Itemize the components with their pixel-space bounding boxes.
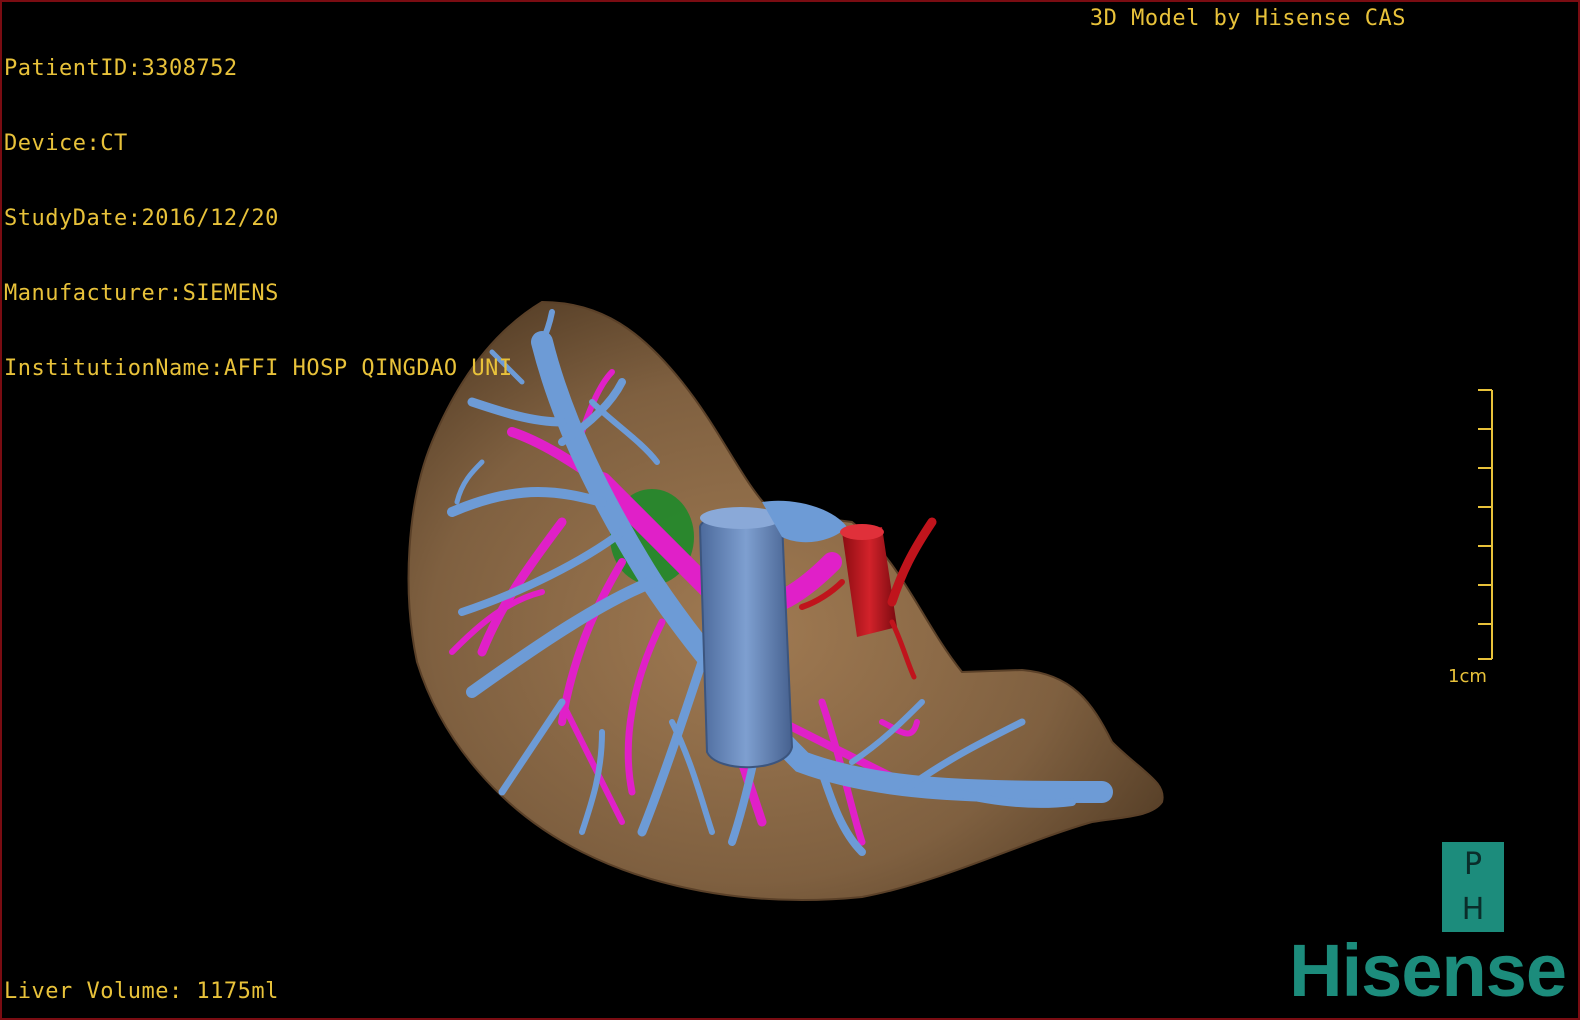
liver-volume-text: Liver Volume: 1175ml [4,979,279,1004]
scale-bar [1478,389,1493,660]
badge-letter-p: P [1463,846,1483,882]
inferior-vena-cava [698,512,794,769]
ph-badge-logo: P H [1442,842,1504,932]
institution-text: InstitutionName:AFFI HOSP QINGDAO UNI [4,356,513,381]
study-date-text: StudyDate:2016/12/20 [4,206,279,231]
model-credit-text: 3D Model by Hisense CAS [1089,6,1406,31]
patient-id-text: PatientID:3308752 [4,56,238,81]
manufacturer-text: Manufacturer:SIEMENS [4,281,279,306]
badge-letter-h: H [1461,891,1485,927]
scale-bar-label: 1cm [1448,666,1487,687]
device-text: Device:CT [4,131,128,156]
3d-viewport[interactable]: PatientID:3308752 Device:CT StudyDate:20… [0,0,1580,1020]
hisense-logo: Hisense [1289,929,1567,1012]
study-info-block: PatientID:3308752 Device:CT StudyDate:20… [4,6,513,431]
